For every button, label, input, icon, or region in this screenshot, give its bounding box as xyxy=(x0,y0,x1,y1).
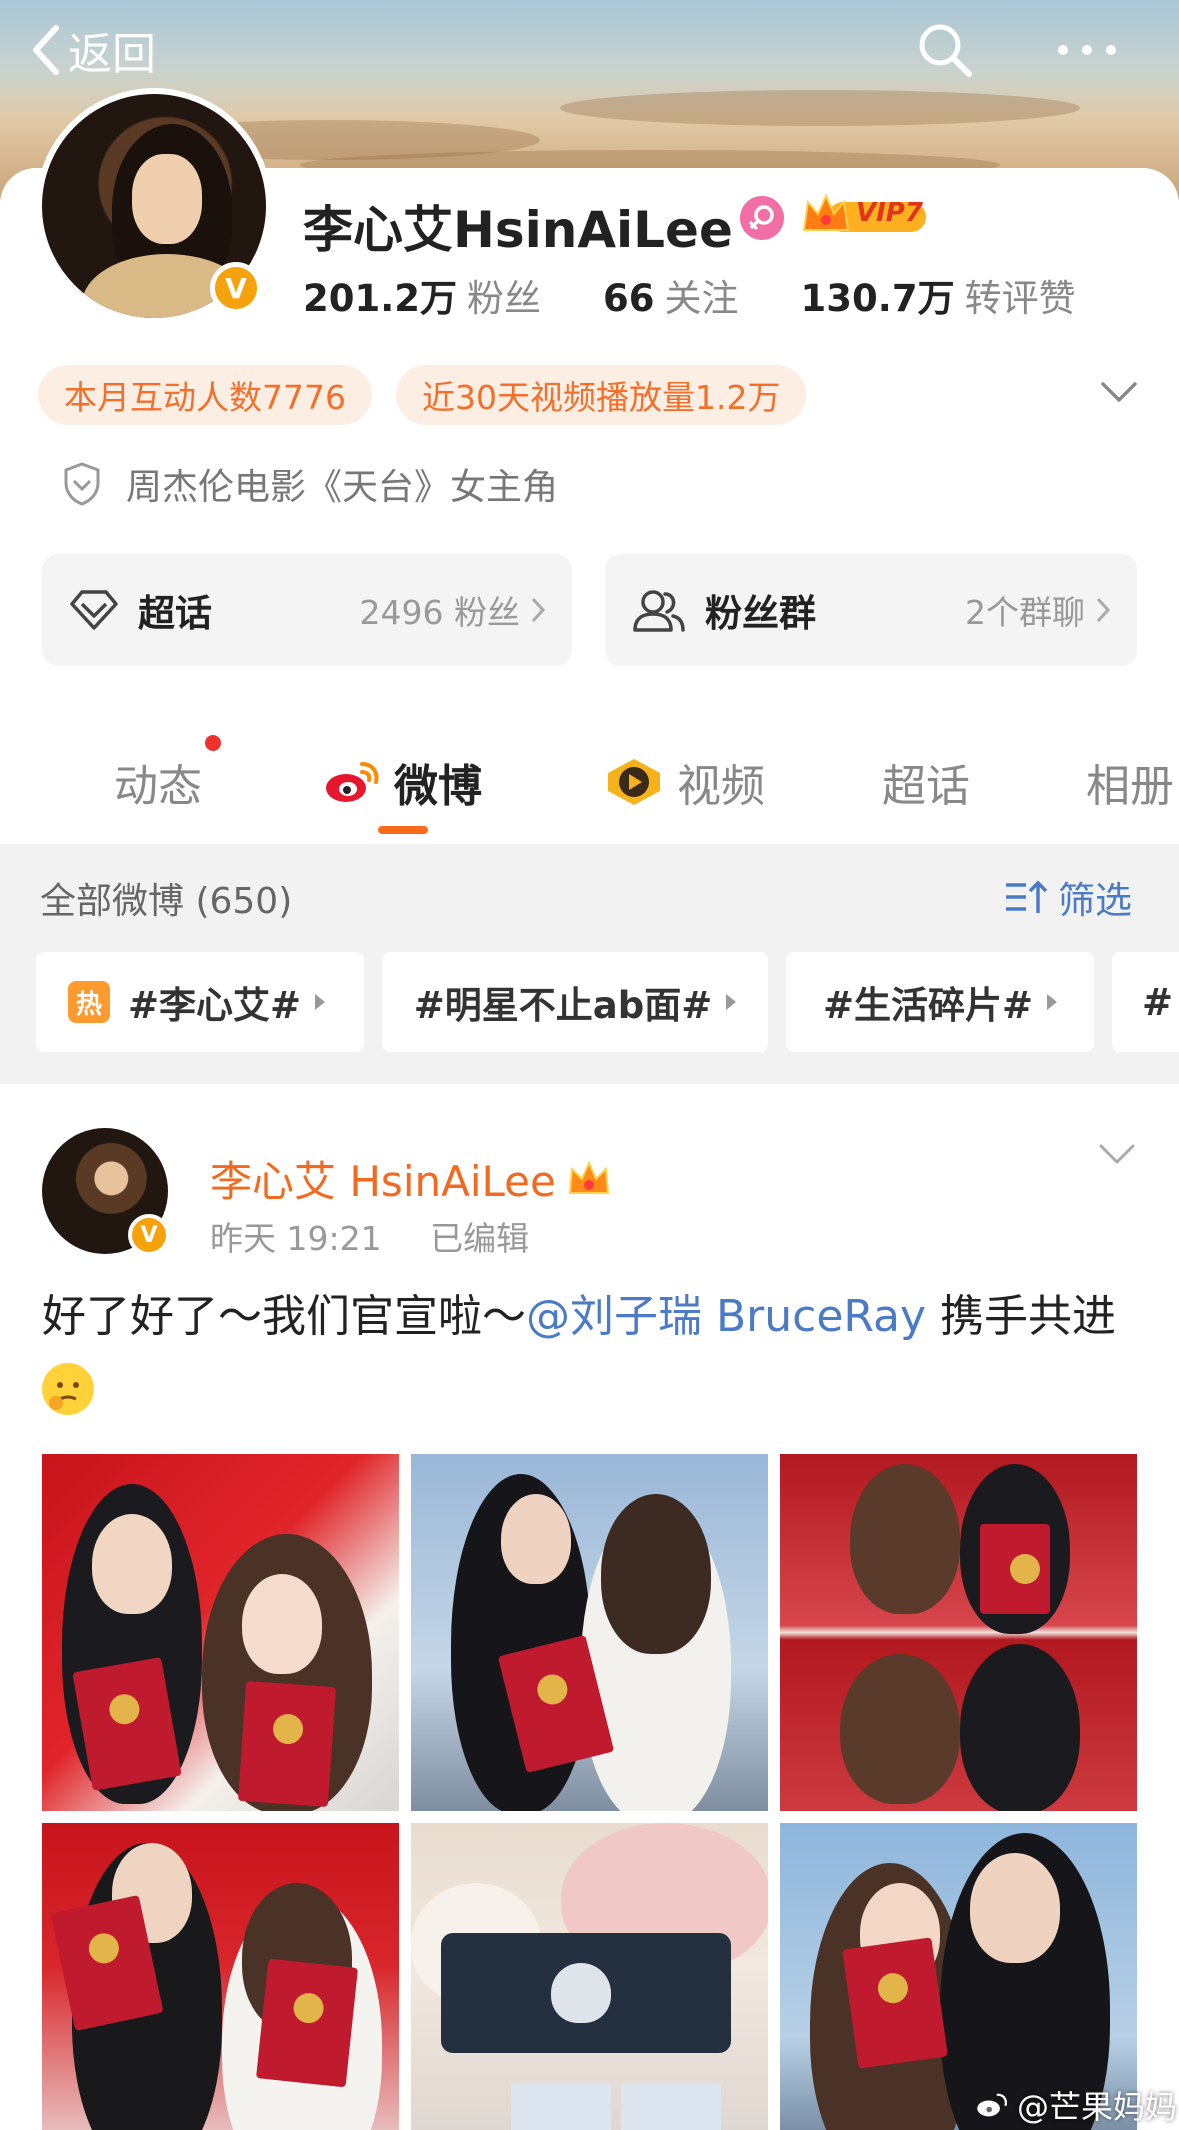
post-photo[interactable] xyxy=(42,1454,399,1811)
post-photo[interactable] xyxy=(780,1454,1137,1811)
followers-count[interactable]: 201.2万 xyxy=(303,268,457,322)
verified-mark: V xyxy=(140,1222,158,1248)
video-plays-chip[interactable]: 近30天视频播放量1.2万 xyxy=(395,365,807,425)
back-label: 返回 xyxy=(68,29,156,80)
tab-album-label: 相册 xyxy=(1086,761,1174,812)
profile-name: 李心艾HsinAiLee xyxy=(303,201,733,259)
monthly-interaction-chip[interactable]: 本月互动人数7776 xyxy=(38,365,372,425)
tab-dynamic-label: 动态 xyxy=(114,761,202,812)
interactions-count[interactable]: 130.7万 xyxy=(801,268,955,322)
fan-group-count: 2个群聊 xyxy=(965,593,1085,632)
weibo-post[interactable]: V 李心艾 HsinAiLee 昨天 19:21 已编辑 好了好了～我们官宣啦～… xyxy=(0,1084,1179,2130)
tab-weibo[interactable]: 微博 xyxy=(322,750,482,814)
topic-tag-label: #明星不止ab面# xyxy=(413,984,713,1027)
following-label[interactable]: 关注 xyxy=(665,268,739,322)
tab-weibo-label: 微博 xyxy=(394,761,482,812)
watermark: @芒果妈妈 xyxy=(975,2082,1177,2128)
more-options-icon[interactable] xyxy=(1055,35,1119,65)
interactions-label[interactable]: 转评赞 xyxy=(965,268,1076,322)
active-tab-indicator xyxy=(378,826,428,834)
post-author-label: 李心艾 HsinAiLee xyxy=(210,1157,556,1206)
search-icon[interactable] xyxy=(915,20,975,80)
post-photo[interactable] xyxy=(42,1823,399,2130)
profile-stats: 201.2万 粉丝 66 关注 130.7万 转评赞 xyxy=(303,268,1076,322)
back-button[interactable]: 返回 xyxy=(30,20,156,80)
crown-icon xyxy=(568,1160,609,1194)
chevron-down-icon[interactable] xyxy=(1100,380,1138,404)
highlight-chips: 本月互动人数7776 近30天视频播放量1.2万 xyxy=(38,365,807,425)
thinking-emoji-icon xyxy=(42,1363,94,1415)
topic-tag-label: #生活碎片# xyxy=(822,984,1033,1027)
fan-group-entry[interactable]: 粉丝群 2个群聊 xyxy=(605,554,1137,666)
filter-sort-icon xyxy=(1006,880,1048,913)
chevron-down-icon[interactable] xyxy=(1098,1142,1136,1166)
tab-album[interactable]: 相册 xyxy=(1086,750,1174,814)
tab-dynamic[interactable]: 动态 xyxy=(114,750,202,814)
post-time: 昨天 19:21 xyxy=(210,1219,382,1258)
supertopic-title: 超话 xyxy=(138,592,212,635)
topic-tag[interactable]: #明星不止ab面# xyxy=(382,952,768,1052)
verification-text: 周杰伦电影《天台》女主角 xyxy=(126,467,559,508)
post-edited[interactable]: 已编辑 xyxy=(430,1219,529,1258)
weibo-logo-icon xyxy=(977,2093,1007,2117)
video-play-icon xyxy=(608,759,660,805)
post-photo[interactable] xyxy=(411,1823,768,2130)
filter-button[interactable]: 筛选 xyxy=(1004,870,1132,924)
chevron-right-icon xyxy=(1096,597,1111,623)
weibo-logo-icon xyxy=(326,762,379,802)
verification-info[interactable]: 周杰伦电影《天台》女主角 xyxy=(62,458,558,510)
triangle-right-icon xyxy=(315,994,326,1010)
topic-tag-label: # xyxy=(1142,980,1174,1024)
post-text: 好了好了～我们官宣啦～@刘子瑞 BruceRay 携手共进 xyxy=(42,1282,1142,1422)
vip-level-label: VIP7 xyxy=(856,198,923,228)
tab-supertopic-label: 超话 xyxy=(882,761,970,812)
post-photo[interactable] xyxy=(411,1454,768,1811)
tab-video-label: 视频 xyxy=(677,761,765,812)
post-meta: 昨天 19:21 已编辑 xyxy=(210,1212,567,1260)
topic-tag[interactable]: #生活碎片# xyxy=(786,952,1094,1052)
female-gender-icon xyxy=(740,196,784,240)
verified-mark: V xyxy=(225,271,247,305)
tab-supertopic[interactable]: 超话 xyxy=(882,750,970,814)
chevron-right-icon xyxy=(531,597,546,623)
supertopic-diamond-icon xyxy=(70,590,118,630)
hot-badge: 热 xyxy=(68,981,110,1023)
people-icon xyxy=(633,590,685,632)
mention-link[interactable]: @刘子瑞 BruceRay xyxy=(526,1291,926,1342)
weibo-filter-area: 全部微博 (650) 筛选 热 #李心艾# #明星不止ab面# #生活碎片# # xyxy=(0,844,1179,1084)
post-text-part: 携手共进 xyxy=(926,1291,1117,1342)
filter-label: 筛选 xyxy=(1058,879,1132,922)
profile-tabs: 动态 微博 视频 超话 相册 xyxy=(0,730,1179,842)
all-weibo-count: 全部微博 (650) xyxy=(40,881,293,922)
verified-badge-icon: V xyxy=(210,262,262,314)
topic-tag-label: #李心艾# xyxy=(128,984,302,1027)
following-count[interactable]: 66 xyxy=(603,277,655,320)
post-text-part: 好了好了～我们官宣啦～ xyxy=(42,1291,526,1342)
topic-tag[interactable]: # xyxy=(1112,952,1179,1052)
verified-badge-icon: V xyxy=(128,1214,170,1256)
triangle-right-icon xyxy=(726,994,737,1010)
supertopic-fans: 2496 粉丝 xyxy=(359,593,520,632)
shield-icon xyxy=(64,462,100,506)
supertopic-entry[interactable]: 超话 2496 粉丝 xyxy=(42,554,572,666)
watermark-text: @芒果妈妈 xyxy=(1017,2088,1178,2126)
chevron-left-icon xyxy=(33,25,59,75)
tab-video[interactable]: 视频 xyxy=(605,750,765,814)
topic-tags: 热 #李心艾# #明星不止ab面# #生活碎片# # xyxy=(36,952,1179,1052)
followers-label[interactable]: 粉丝 xyxy=(467,268,541,322)
topic-tag[interactable]: 热 #李心艾# xyxy=(36,952,364,1052)
fan-group-title: 粉丝群 xyxy=(705,592,816,635)
unread-dot xyxy=(205,735,221,751)
vip-badge[interactable]: VIP7 xyxy=(800,190,930,244)
triangle-right-icon xyxy=(1047,994,1057,1010)
post-author-name[interactable]: 李心艾 HsinAiLee xyxy=(210,1148,612,1209)
